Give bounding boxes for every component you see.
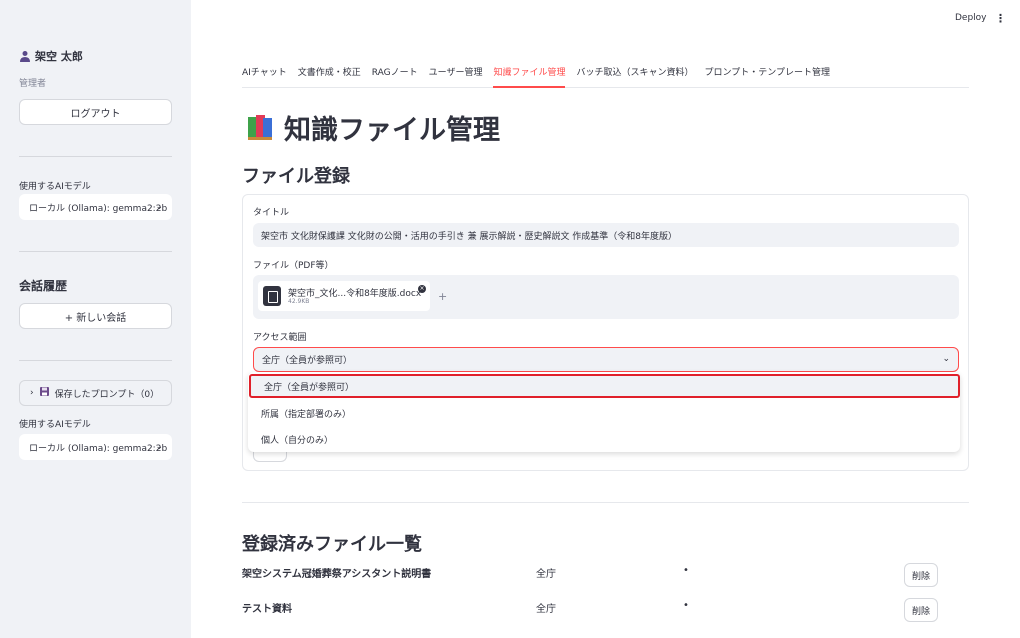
file-row-dot: •: [683, 600, 689, 611]
model-label: 使用するAIモデル: [19, 182, 91, 192]
access-select[interactable]: 全庁（全員が参照可） ⌄: [253, 347, 959, 372]
access-select-value: 全庁（全員が参照可）: [262, 356, 353, 366]
uploaded-file-chip: 架空市_文化...令和8年度版.docx 42.9KB ×: [258, 281, 430, 311]
file-row-access: 全庁: [536, 569, 556, 580]
add-file-icon[interactable]: +: [438, 290, 447, 303]
deploy-button[interactable]: Deploy: [955, 13, 987, 23]
page-title-text: 知識ファイル管理: [284, 115, 500, 146]
delete-button[interactable]: 削除: [904, 598, 938, 622]
history-heading: 会話履歴: [19, 279, 68, 293]
model-select-value-2: ローカル (Ollama): gemma2:2b: [29, 443, 168, 454]
model-select[interactable]: ローカル (Ollama): gemma2:2b ⌄: [19, 194, 172, 220]
section-divider: [242, 502, 969, 503]
delete-button[interactable]: 削除: [904, 563, 938, 587]
sidebar-divider: [19, 156, 172, 157]
user-name-text: 架空 太郎: [35, 50, 83, 63]
tab-batch-import[interactable]: バッチ取込（スキャン資料）: [576, 66, 693, 88]
tab-document[interactable]: 文書作成・校正: [298, 66, 361, 88]
user-name: 架空 太郎: [19, 48, 83, 64]
access-option-personal[interactable]: 個人（自分のみ）: [248, 427, 960, 451]
list-heading: 登録済みファイル一覧: [242, 534, 422, 555]
saved-prompts-label: 保存したプロンプト（0）: [54, 389, 160, 400]
logout-button[interactable]: ログアウト: [19, 99, 172, 125]
tab-user-management[interactable]: ユーザー管理: [429, 66, 483, 88]
chevron-down-icon: ⌄: [942, 354, 950, 364]
model-select-2[interactable]: ローカル (Ollama): gemma2:2b ⌄: [19, 434, 172, 460]
access-option-all[interactable]: 全庁（全員が参照可）: [249, 374, 960, 398]
access-dropdown-menu: 全庁（全員が参照可） 所属（指定部署のみ） 個人（自分のみ）: [248, 372, 960, 452]
chevron-down-icon: ⌄: [155, 442, 163, 452]
file-row-name: テスト資料: [242, 604, 292, 615]
sidebar: 架空 太郎 管理者 ログアウト 使用するAIモデル ローカル (Ollama):…: [0, 0, 191, 638]
new-chat-button[interactable]: + 新しい会話: [19, 303, 172, 329]
model-select-value: ローカル (Ollama): gemma2:2b: [29, 203, 168, 214]
sidebar-divider: [19, 251, 172, 252]
model-label-2: 使用するAIモデル: [19, 420, 91, 430]
user-icon: [19, 50, 31, 62]
chevron-right-icon: ›: [30, 388, 34, 398]
page-title: 知識ファイル管理: [246, 108, 500, 147]
tab-knowledge-files[interactable]: 知識ファイル管理: [493, 66, 566, 88]
sidebar-divider: [19, 360, 172, 361]
file-label: ファイル（PDF等）: [253, 261, 334, 271]
saved-prompts-expander[interactable]: › 保存したプロンプト（0）: [19, 380, 172, 406]
user-role: 管理者: [19, 79, 47, 89]
tab-bar: AIチャット 文書作成・校正 RAGノート ユーザー管理 知識ファイル管理 バッ…: [242, 66, 969, 88]
more-options-icon[interactable]: ⋮: [995, 12, 1006, 25]
tab-ai-chat[interactable]: AIチャット: [242, 66, 287, 88]
remove-file-icon[interactable]: ×: [418, 285, 426, 293]
document-icon: [263, 286, 281, 306]
file-row-name: 架空システム冠婚葬祭アシスタント説明書: [242, 569, 432, 580]
title-input[interactable]: 架空市 文化財保護課 文化財の公開・活用の手引き 兼 展示解説・歴史解説文 作成…: [253, 223, 959, 247]
access-option-department[interactable]: 所属（指定部署のみ）: [248, 401, 960, 425]
file-row-access: 全庁: [536, 604, 556, 615]
uploaded-file-size: 42.9KB: [288, 298, 310, 305]
floppy-disk-icon: [39, 387, 49, 399]
file-row-dot: •: [683, 565, 689, 576]
chevron-down-icon: ⌄: [155, 202, 163, 212]
books-icon: [246, 113, 274, 143]
tab-rag-note[interactable]: RAGノート: [372, 66, 418, 88]
tab-prompt-templates[interactable]: プロンプト・テンプレート管理: [704, 66, 829, 88]
access-label: アクセス範囲: [253, 333, 307, 343]
register-heading: ファイル登録: [242, 166, 350, 187]
title-label: タイトル: [253, 208, 290, 218]
